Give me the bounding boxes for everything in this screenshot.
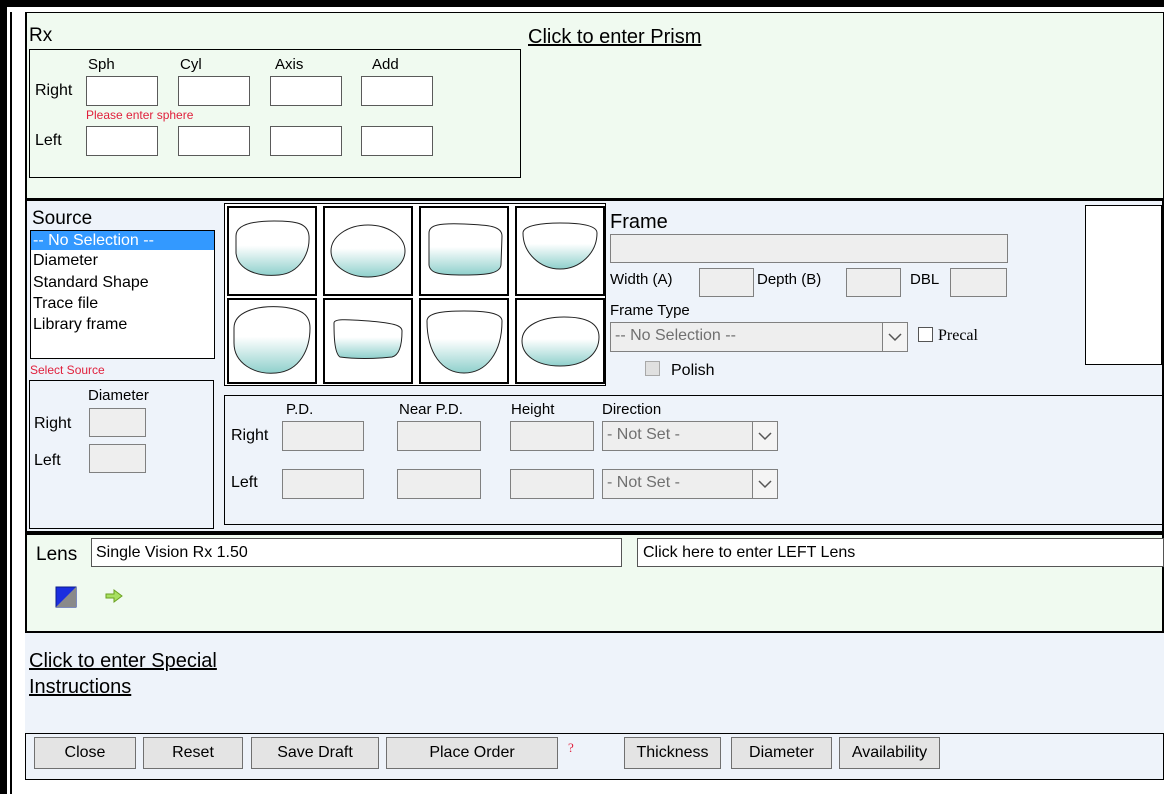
left-direction-select[interactable]: - Not Set - (602, 469, 778, 499)
precal-label: Precal (938, 327, 978, 344)
right-direction-select[interactable]: - Not Set - (602, 421, 778, 451)
sphere-error: Please enter sphere (86, 108, 194, 122)
measurement-box (224, 395, 1164, 525)
source-option-no-selection[interactable]: -- No Selection -- (31, 231, 214, 250)
shape-cell-2[interactable] (323, 206, 413, 296)
diameter-right-label: Right (34, 415, 72, 432)
right-near-pd-input[interactable] (397, 421, 481, 451)
axis-header: Axis (275, 56, 304, 73)
left-lens-link[interactable]: Click here to enter LEFT Lens (637, 538, 1164, 567)
measure-right-label: Right (231, 427, 269, 444)
diameter-right-input[interactable] (89, 408, 146, 437)
shape-cell-8[interactable] (515, 298, 605, 384)
shape-cell-6[interactable] (323, 298, 413, 384)
frame-name-input[interactable] (610, 234, 1008, 263)
window-left-border (0, 0, 7, 794)
height-header: Height (511, 401, 555, 418)
diameter-header: Diameter (88, 387, 149, 404)
depth-label: Depth (B) (757, 271, 822, 288)
diameter-left-input[interactable] (89, 444, 146, 473)
arrow-right-icon[interactable] (105, 589, 123, 603)
depth-input[interactable] (846, 268, 901, 297)
left-pd-input[interactable] (282, 469, 364, 499)
right-direction-value: - Not Set - (607, 426, 680, 443)
pd-header: P.D. (286, 401, 314, 418)
source-title: Source (32, 208, 93, 229)
right-height-input[interactable] (510, 421, 594, 451)
help-icon[interactable]: ? (568, 741, 574, 754)
place-order-button[interactable]: Place Order (386, 737, 558, 769)
add-header: Add (372, 56, 399, 73)
polish-checkbox[interactable] (645, 361, 660, 376)
shape-cell-4[interactable] (515, 206, 605, 296)
sph-header: Sph (88, 56, 115, 73)
left-add-input[interactable] (361, 126, 433, 156)
dbl-input[interactable] (950, 268, 1007, 297)
close-button[interactable]: Close (34, 737, 136, 769)
chevron-down-icon (752, 422, 777, 450)
rx-right-label: Right (35, 82, 73, 99)
source-option-library-frame[interactable]: Library frame (31, 314, 214, 336)
right-cyl-input[interactable] (178, 76, 250, 106)
chevron-down-icon (752, 470, 777, 498)
special-instructions-line1: Click to enter Special (29, 650, 217, 672)
thickness-button[interactable]: Thickness (624, 737, 721, 769)
left-axis-input[interactable] (270, 126, 342, 156)
reset-button[interactable]: Reset (143, 737, 243, 769)
near-pd-header: Near P.D. (399, 401, 463, 418)
left-cyl-input[interactable] (178, 126, 250, 156)
width-input[interactable] (699, 268, 754, 297)
diameter-button[interactable]: Diameter (731, 737, 832, 769)
polish-label: Polish (671, 362, 715, 379)
window-top-border (0, 0, 1164, 7)
frame-type-select[interactable]: -- No Selection -- (610, 322, 908, 352)
source-option-diameter[interactable]: Diameter (31, 250, 214, 272)
shape-cell-1[interactable] (227, 206, 317, 296)
rx-left-label: Left (35, 132, 62, 149)
frame-title: Frame (610, 211, 668, 233)
left-height-input[interactable] (510, 469, 594, 499)
shape-cell-5[interactable] (227, 298, 317, 384)
diameter-left-label: Left (34, 452, 61, 469)
precal-checkbox[interactable] (918, 327, 933, 342)
source-error: Select Source (30, 363, 105, 377)
window-inner-border (10, 12, 12, 794)
frame-type-value: -- No Selection -- (615, 327, 736, 344)
source-option-standard-shape[interactable]: Standard Shape (31, 272, 214, 293)
left-direction-value: - Not Set - (607, 474, 680, 491)
special-instructions-line2: Instructions (29, 676, 132, 698)
rx-title: Rx (29, 25, 53, 46)
frame-type-label: Frame Type (610, 302, 690, 319)
lens-label: Lens (36, 544, 78, 565)
right-axis-input[interactable] (270, 76, 342, 106)
source-option-trace-file[interactable]: Trace file (31, 293, 214, 314)
right-pd-input[interactable] (282, 421, 364, 451)
shape-cell-3[interactable] (419, 206, 509, 296)
right-sph-input[interactable] (86, 76, 158, 106)
left-near-pd-input[interactable] (397, 469, 481, 499)
right-lens-input[interactable]: Single Vision Rx 1.50 (91, 538, 622, 567)
special-instructions-link[interactable]: Click to enter Special Instructions (29, 648, 289, 700)
measure-left-label: Left (231, 474, 258, 491)
left-sph-input[interactable] (86, 126, 158, 156)
availability-button[interactable]: Availability (839, 737, 940, 769)
right-add-input[interactable] (361, 76, 433, 106)
lens-edit-icon[interactable] (55, 586, 77, 608)
frame-preview (1085, 205, 1162, 365)
source-listbox[interactable]: -- No Selection -- Diameter Standard Sha… (30, 230, 215, 359)
shape-cell-7[interactable] (419, 298, 509, 384)
width-label: Width (A) (610, 271, 673, 288)
direction-header: Direction (602, 401, 662, 418)
cyl-header: Cyl (180, 56, 202, 73)
chevron-down-icon (882, 323, 907, 351)
prism-link[interactable]: Click to enter Prism (528, 27, 701, 47)
dbl-label: DBL (910, 271, 940, 288)
save-draft-button[interactable]: Save Draft (251, 737, 379, 769)
shape-grid-svg (227, 206, 605, 384)
